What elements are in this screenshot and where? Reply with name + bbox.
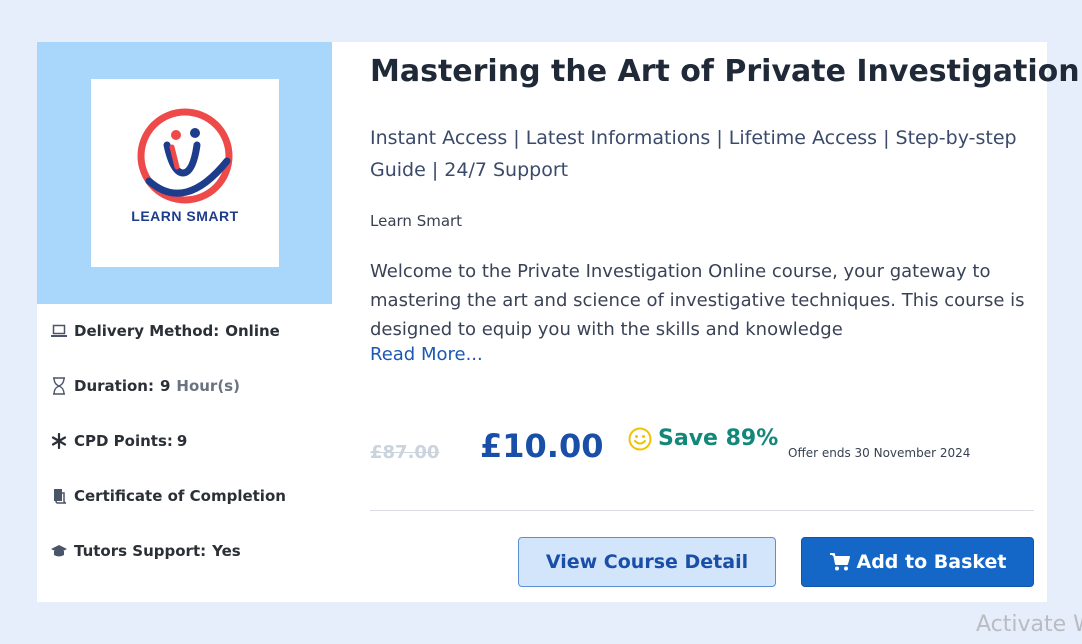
activate-windows-watermark: Activate W (976, 612, 1082, 637)
save-text: Save 89% (658, 426, 779, 451)
logo-panel: LEARN SMART (37, 42, 332, 304)
course-provider[interactable]: Learn Smart (370, 212, 462, 230)
cpd-points: CPD Points: 9 (49, 429, 187, 453)
duration-label: Duration: (74, 377, 154, 395)
logo-text: LEARN SMART (131, 208, 239, 224)
add-to-basket-label: Add to Basket (856, 551, 1007, 573)
original-price: £87.00 (370, 442, 440, 463)
course-card: LEARN SMART Delivery Method: Online Dura… (37, 42, 1080, 602)
view-course-detail-label: View Course Detail (545, 551, 749, 573)
course-description: Welcome to the Private Investigation Onl… (370, 261, 1025, 340)
asterisk-icon (49, 431, 69, 451)
certificate: Certificate of Completion (49, 484, 286, 508)
duration-value: 9 (159, 377, 171, 395)
delivery-label: Delivery Method: (74, 322, 220, 340)
duration: Duration: 9 Hour(s) (49, 374, 240, 398)
offer-ends: Offer ends 30 November 2024 (788, 446, 971, 460)
cpd-value: 9 (176, 432, 188, 450)
certificate-label: Certificate of Completion (74, 487, 286, 505)
course-features: Instant Access | Latest Informations | L… (370, 127, 1017, 181)
cart-icon (829, 553, 850, 571)
cpd-label: CPD Points: (74, 432, 173, 450)
delivery-method: Delivery Method: Online (49, 319, 280, 343)
current-price: £10.00 (480, 427, 604, 465)
divider (370, 510, 1034, 511)
tutors-label: Tutors Support: (74, 542, 207, 560)
tutors-value: Yes (212, 542, 241, 560)
read-more-link[interactable]: Read More... (370, 344, 483, 365)
smile-icon (628, 427, 652, 450)
course-sidebar: LEARN SMART Delivery Method: Online Dura… (37, 42, 332, 602)
provider-logo[interactable]: LEARN SMART (91, 79, 279, 267)
delivery-value: Online (225, 322, 280, 340)
save-badge: Save 89% (628, 426, 778, 451)
tutors-support: Tutors Support: Yes (49, 539, 241, 563)
course-title[interactable]: Mastering the Art of Private Investigati… (370, 54, 1080, 89)
add-to-basket-button[interactable]: Add to Basket (801, 537, 1034, 587)
certificate-icon (49, 486, 69, 506)
graduation-cap-icon (49, 541, 69, 561)
duration-unit: Hour(s) (176, 377, 240, 395)
learn-smart-logo-icon (137, 108, 233, 204)
course-details: Mastering the Art of Private Investigati… (370, 42, 1080, 602)
laptop-icon (49, 321, 69, 341)
hourglass-icon (49, 376, 69, 396)
view-course-detail-button[interactable]: View Course Detail (518, 537, 776, 587)
